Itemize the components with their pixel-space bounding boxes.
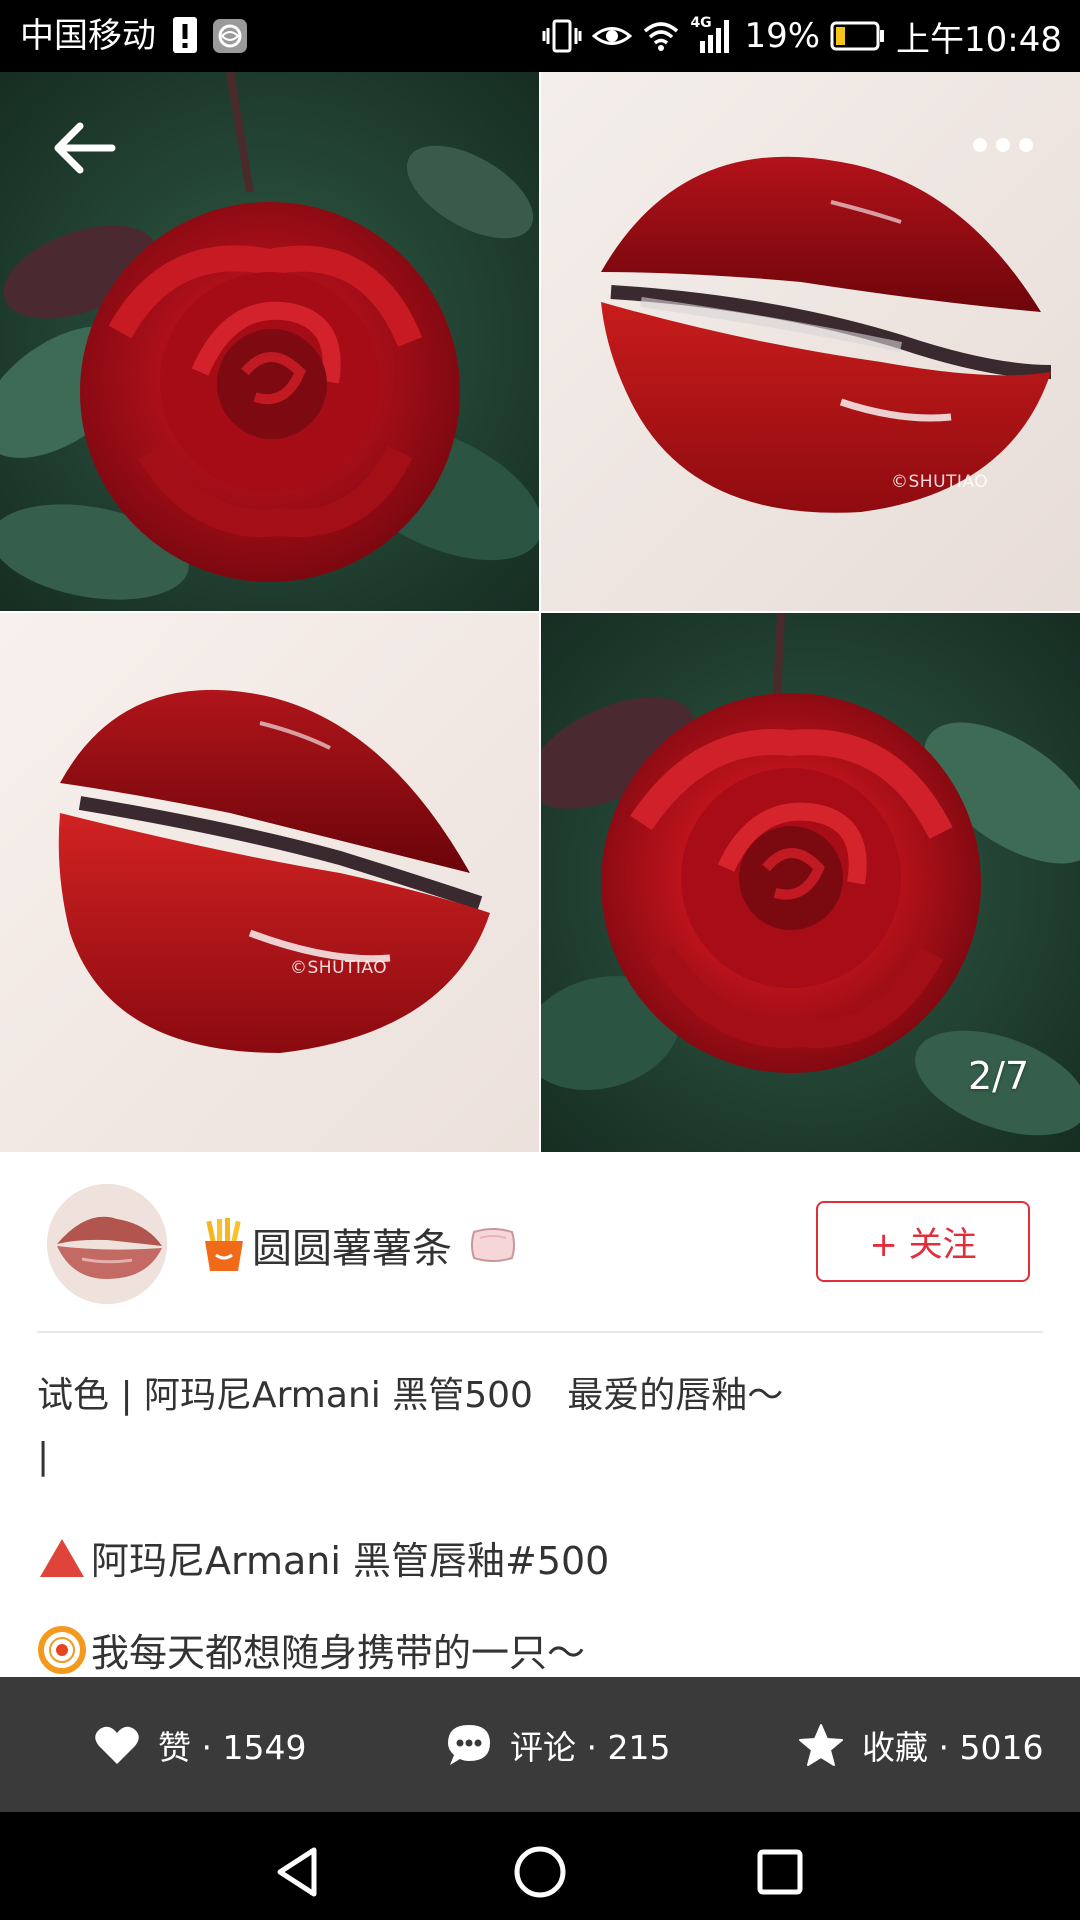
red-triangle-icon (40, 1538, 84, 1577)
nav-back-icon[interactable] (270, 1842, 330, 1902)
eye-comfort-icon (592, 27, 633, 45)
back-arrow-icon[interactable] (50, 118, 120, 178)
author-name-label: 圆圆薯薯条 (252, 1226, 452, 1272)
lip-swatch-photo: ©SHUTIAO (0, 613, 539, 1152)
watermark: ©SHUTIAO (290, 958, 388, 978)
signal-indicator: 4G (690, 15, 734, 55)
sim-alert-icon (173, 17, 197, 53)
page-indicator: 2/7 (968, 1054, 1030, 1098)
author-name[interactable]: 圆圆薯薯条 (200, 1215, 516, 1275)
status-bar: 中国移动 4G 19% 上午10:48 (0, 0, 1080, 72)
post-title: 试色 | 阿玛尼Armani 黑管500 最爱的唇釉～ (37, 1375, 784, 1416)
comment-button[interactable]: 评论 · 215 (446, 1677, 670, 1812)
target-circle-icon (38, 1625, 86, 1674)
clock: 上午10:48 (896, 19, 1062, 60)
favorite-count-label: 收藏 · 5016 (862, 1727, 1044, 1767)
lips-image (0, 613, 539, 1152)
carrier-label: 中国移动 (20, 16, 156, 56)
like-count-label: 赞 · 1549 (158, 1727, 307, 1767)
wifi-icon (644, 22, 679, 51)
divider (37, 1331, 1043, 1333)
follow-button[interactable]: + 关注 (816, 1201, 1030, 1282)
avatar[interactable] (47, 1184, 167, 1304)
fries-emoji-icon (205, 1218, 243, 1271)
avatar-image (47, 1184, 167, 1304)
post-line: 我每天都想随身携带的一只～ (37, 1622, 585, 1677)
system-nav-bar (0, 1812, 1080, 1920)
nav-home-icon[interactable] (510, 1842, 570, 1902)
post-line: 阿玛尼Armani 黑管唇釉#500 (37, 1530, 609, 1585)
like-button[interactable]: 赞 · 1549 (94, 1677, 306, 1812)
pillow-emoji-icon (471, 1228, 515, 1262)
post-line-text: 阿玛尼Armani 黑管唇釉#500 (91, 1539, 610, 1583)
signal-icon (700, 20, 730, 53)
comment-count-label: 评论 · 215 (510, 1727, 671, 1767)
text-cursor: | (37, 1436, 50, 1477)
action-bar: 赞 · 1549 评论 · 215 收藏 · 5016 (0, 1677, 1080, 1812)
nav-recents-icon[interactable] (750, 1842, 810, 1902)
status-right-icons: 4G 19% 上午10:48 (542, 14, 1062, 60)
china-mobile-icon (213, 19, 247, 53)
star-icon (799, 1723, 843, 1766)
post-line-text: 我每天都想随身携带的一只～ (91, 1631, 586, 1675)
photo-gallery[interactable]: ©SHUTIAO ©SHUTIAO (0, 72, 1080, 1152)
comment-bubble-icon (448, 1724, 490, 1765)
vibrate-icon (542, 19, 582, 53)
watermark: ©SHUTIAO (891, 472, 989, 492)
battery-percent: 19% (744, 16, 821, 56)
battery-icon (830, 21, 885, 51)
heart-icon (95, 1726, 139, 1764)
more-options-icon[interactable] (968, 130, 1038, 160)
favorite-button[interactable]: 收藏 · 5016 (798, 1677, 1043, 1812)
